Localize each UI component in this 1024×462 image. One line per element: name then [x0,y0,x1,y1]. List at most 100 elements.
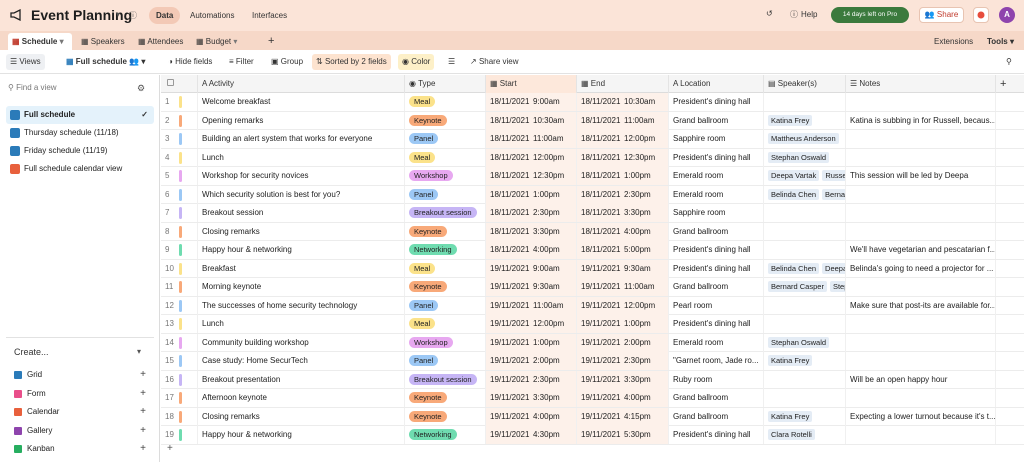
speaker-chip[interactable]: Bernard Casper [768,281,827,293]
notes-cell[interactable] [846,185,996,204]
type-cell[interactable]: Meal [405,148,486,167]
type-cell[interactable]: Panel [405,130,486,148]
activity-cell[interactable]: Case study: Home SecurTech [198,352,405,370]
sidebar-item-friday[interactable]: Friday schedule (11/19) [6,142,154,160]
create-grid[interactable]: Grid + [14,369,146,380]
end-cell[interactable]: 19/11/2021 4:00pm [577,389,669,407]
speakers-cell[interactable]: Deepa VartakRussell [764,167,846,185]
loc-cell[interactable]: President's dining hall [669,93,764,111]
sidebar-item-thursday[interactable]: Thursday schedule (11/18) [6,124,154,142]
table-row[interactable]: 10 Breakfast Meal 19/11/2021 9:00am 19/11/202… [161,259,1024,278]
speaker-chip[interactable]: Deepa [822,262,845,274]
start-cell[interactable]: 18/11/2021 9:00am [486,93,577,111]
activity-cell[interactable]: Happy hour & networking [198,426,405,444]
start-cell[interactable]: 19/11/2021 2:30pm [486,370,577,389]
loc-cell[interactable]: "Garnet room, Jade ro... [669,352,764,370]
loc-cell[interactable]: Ruby room [669,370,764,389]
end-cell[interactable]: 19/11/2021 3:30pm [577,370,669,389]
activity-cell[interactable]: Closing remarks [198,407,405,426]
tab-speakers[interactable]: ▦ Speakers [77,33,129,50]
type-cell[interactable]: Panel [405,185,486,204]
speakers-cell[interactable]: Clara Rotelli [764,426,846,444]
filter-button[interactable]: ≡ Filter [225,54,258,70]
speaker-chip[interactable]: Deepa Vartak [768,170,820,182]
activity-cell[interactable]: Afternoon keynote [198,389,405,407]
table-row[interactable]: 9 Happy hour & networking Networking 18/11/… [161,241,1024,260]
column-header-end[interactable]: ▦ End [577,75,669,93]
type-cell[interactable]: Keynote [405,407,486,426]
start-cell[interactable]: 19/11/2021 9:30am [486,278,577,296]
speaker-chip[interactable]: Bernard [822,188,845,200]
notes-cell[interactable]: This session will be led by Deepa [846,167,996,185]
start-cell[interactable]: 18/11/2021 2:30pm [486,204,577,222]
type-cell[interactable]: Breakout session [405,370,486,389]
gear-icon[interactable]: ⚙ [137,83,145,94]
end-cell[interactable]: 18/11/2021 11:00am [577,111,669,130]
notes-cell[interactable]: Katina is subbing in for Russell, becaus… [846,111,996,130]
end-cell[interactable]: 18/11/2021 3:30pm [577,204,669,222]
table-row[interactable]: 3 Building an alert system that works for… [161,130,1024,149]
start-cell[interactable]: 19/11/2021 4:30pm [486,426,577,444]
type-cell[interactable]: Keynote [405,389,486,407]
activity-cell[interactable]: Opening remarks [198,111,405,130]
start-cell[interactable]: 19/11/2021 11:00am [486,296,577,315]
speakers-cell[interactable] [764,204,846,222]
end-cell[interactable]: 19/11/2021 9:30am [577,259,669,278]
table-row[interactable]: 17 Afternoon keynote Keynote 19/11/2021 3:30… [161,389,1024,408]
table-row[interactable]: 5 Workshop for security novices Workshop 18… [161,167,1024,186]
speaker-chip[interactable]: Belinda Chen [768,188,820,200]
speakers-cell[interactable] [764,222,846,241]
start-cell[interactable]: 18/11/2021 1:00pm [486,185,577,204]
end-cell[interactable]: 19/11/2021 2:30pm [577,352,669,370]
end-cell[interactable]: 18/11/2021 12:30pm [577,148,669,167]
loc-cell[interactable]: Grand ballroom [669,278,764,296]
notes-cell[interactable]: Expecting a lower turnout because it's t… [846,407,996,426]
start-cell[interactable]: 19/11/2021 2:00pm [486,352,577,370]
activity-cell[interactable]: Which security solution is best for you? [198,185,405,204]
table-row[interactable]: 19 Happy hour & networking Networking 19/11… [161,426,1024,445]
notes-cell[interactable] [846,426,996,444]
search-icon[interactable]: ⚲ [1002,54,1016,70]
type-cell[interactable]: Meal [405,259,486,278]
start-cell[interactable]: 19/11/2021 4:00pm [486,407,577,426]
type-cell[interactable]: Keynote [405,111,486,130]
info-icon[interactable]: ⓘ [129,10,137,21]
end-cell[interactable]: 18/11/2021 5:00pm [577,241,669,259]
type-cell[interactable]: Networking [405,241,486,259]
create-calendar[interactable]: Calendar + [14,406,146,417]
notes-cell[interactable]: Will be an open happy hour [846,370,996,389]
loc-cell[interactable]: Emerald room [669,185,764,204]
notes-cell[interactable] [846,130,996,148]
activity-cell[interactable]: Lunch [198,148,405,167]
notes-cell[interactable] [846,93,996,111]
loc-cell[interactable]: Grand ballroom [669,222,764,241]
notes-cell[interactable] [846,222,996,241]
loc-cell[interactable]: Emerald room [669,333,764,352]
loc-cell[interactable]: Grand ballroom [669,111,764,130]
type-cell[interactable]: Keynote [405,278,486,296]
start-cell[interactable]: 18/11/2021 12:30pm [486,167,577,185]
end-cell[interactable]: 18/11/2021 12:00pm [577,130,669,148]
speakers-cell[interactable]: Stephan Oswald [764,333,846,352]
speakers-cell[interactable]: Katina Frey [764,352,846,370]
end-cell[interactable]: 19/11/2021 11:00am [577,278,669,296]
type-cell[interactable]: Workshop [405,333,486,352]
end-cell[interactable]: 18/11/2021 1:00pm [577,167,669,185]
notes-cell[interactable]: We'll have vegetarian and pescatarian f.… [846,241,996,259]
sidebar-item-full-schedule[interactable]: Full schedule ✓ [6,106,154,124]
column-header-activity[interactable]: A Activity [198,75,405,93]
activity-cell[interactable]: The successes of home security technolog… [198,296,405,315]
start-cell[interactable]: 18/11/2021 3:30pm [486,222,577,241]
speakers-cell[interactable]: Belinda Chen Deepa [764,259,846,278]
type-cell[interactable]: Meal [405,93,486,111]
hide-fields-button[interactable]: ◑ Hide fields [164,54,216,70]
find-view-input[interactable]: ⚲ Find a view [8,83,57,92]
speaker-chip[interactable]: Katina Frey [768,114,813,126]
start-cell[interactable]: 18/11/2021 12:00pm [486,148,577,167]
speakers-cell[interactable]: Stephan Oswald [764,148,846,167]
notes-cell[interactable] [846,148,996,167]
end-cell[interactable]: 19/11/2021 4:15pm [577,407,669,426]
activity-cell[interactable]: Lunch [198,315,405,333]
add-field-button[interactable]: + [996,75,1024,93]
loc-cell[interactable]: President's dining hall [669,315,764,333]
